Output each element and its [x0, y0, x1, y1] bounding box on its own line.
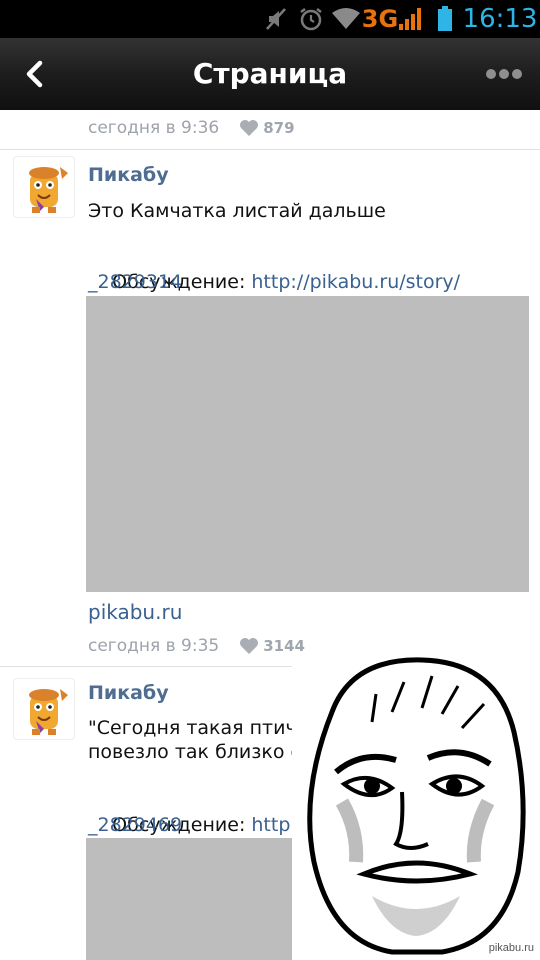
- post-image[interactable]: [86, 296, 529, 592]
- watermark: pikabu.ru: [488, 942, 534, 954]
- post-author[interactable]: Пикабу: [88, 164, 169, 186]
- like-count: 879: [263, 119, 295, 137]
- post-text: Это Камчатка листай дальше: [88, 200, 386, 222]
- more-dots-icon: [486, 69, 522, 79]
- post-meta: сегодня в 9:36 879: [88, 115, 295, 141]
- signal-icon: [396, 0, 424, 38]
- discussion-link-cont[interactable]: _2829314: [88, 270, 182, 294]
- pikabu-mascot-icon: [29, 689, 68, 735]
- post-time: сегодня в 9:35: [88, 636, 220, 656]
- app-header: Страница: [0, 38, 540, 110]
- divider: [0, 149, 540, 150]
- avatar[interactable]: [13, 156, 75, 218]
- more-options-button[interactable]: [484, 60, 524, 88]
- post-text-line: "Сегодня такая птич: [88, 717, 297, 739]
- pikabu-mascot-icon: [29, 167, 68, 213]
- like-button[interactable]: 879: [239, 119, 295, 137]
- heart-icon: [240, 638, 259, 654]
- okay-face-meme: pikabu.ru: [292, 652, 540, 960]
- avatar[interactable]: [13, 678, 75, 740]
- okay-face-icon: [307, 657, 526, 955]
- source-link[interactable]: pikabu.ru: [88, 600, 182, 624]
- heart-icon: [240, 120, 259, 136]
- post-meta: сегодня в 9:35 3144: [88, 633, 305, 659]
- discussion-link[interactable]: http://pikabu.ru/story/: [251, 271, 460, 293]
- alarm-icon: [296, 0, 326, 38]
- post-author[interactable]: Пикабу: [88, 682, 169, 704]
- clock: 16:13: [462, 4, 538, 34]
- post-time: сегодня в 9:36: [88, 118, 220, 138]
- mute-icon: [262, 0, 290, 38]
- discussion-link-cont[interactable]: _2829469: [88, 813, 182, 837]
- battery-icon: [432, 0, 458, 38]
- status-bar: 3G 16:13: [0, 0, 540, 38]
- wifi-icon: [330, 0, 362, 38]
- page-title: Страница: [192, 57, 348, 90]
- post-image[interactable]: [86, 838, 292, 960]
- network-type-label: 3G: [361, 5, 399, 33]
- post-text-line: повезло так близко с: [88, 741, 301, 763]
